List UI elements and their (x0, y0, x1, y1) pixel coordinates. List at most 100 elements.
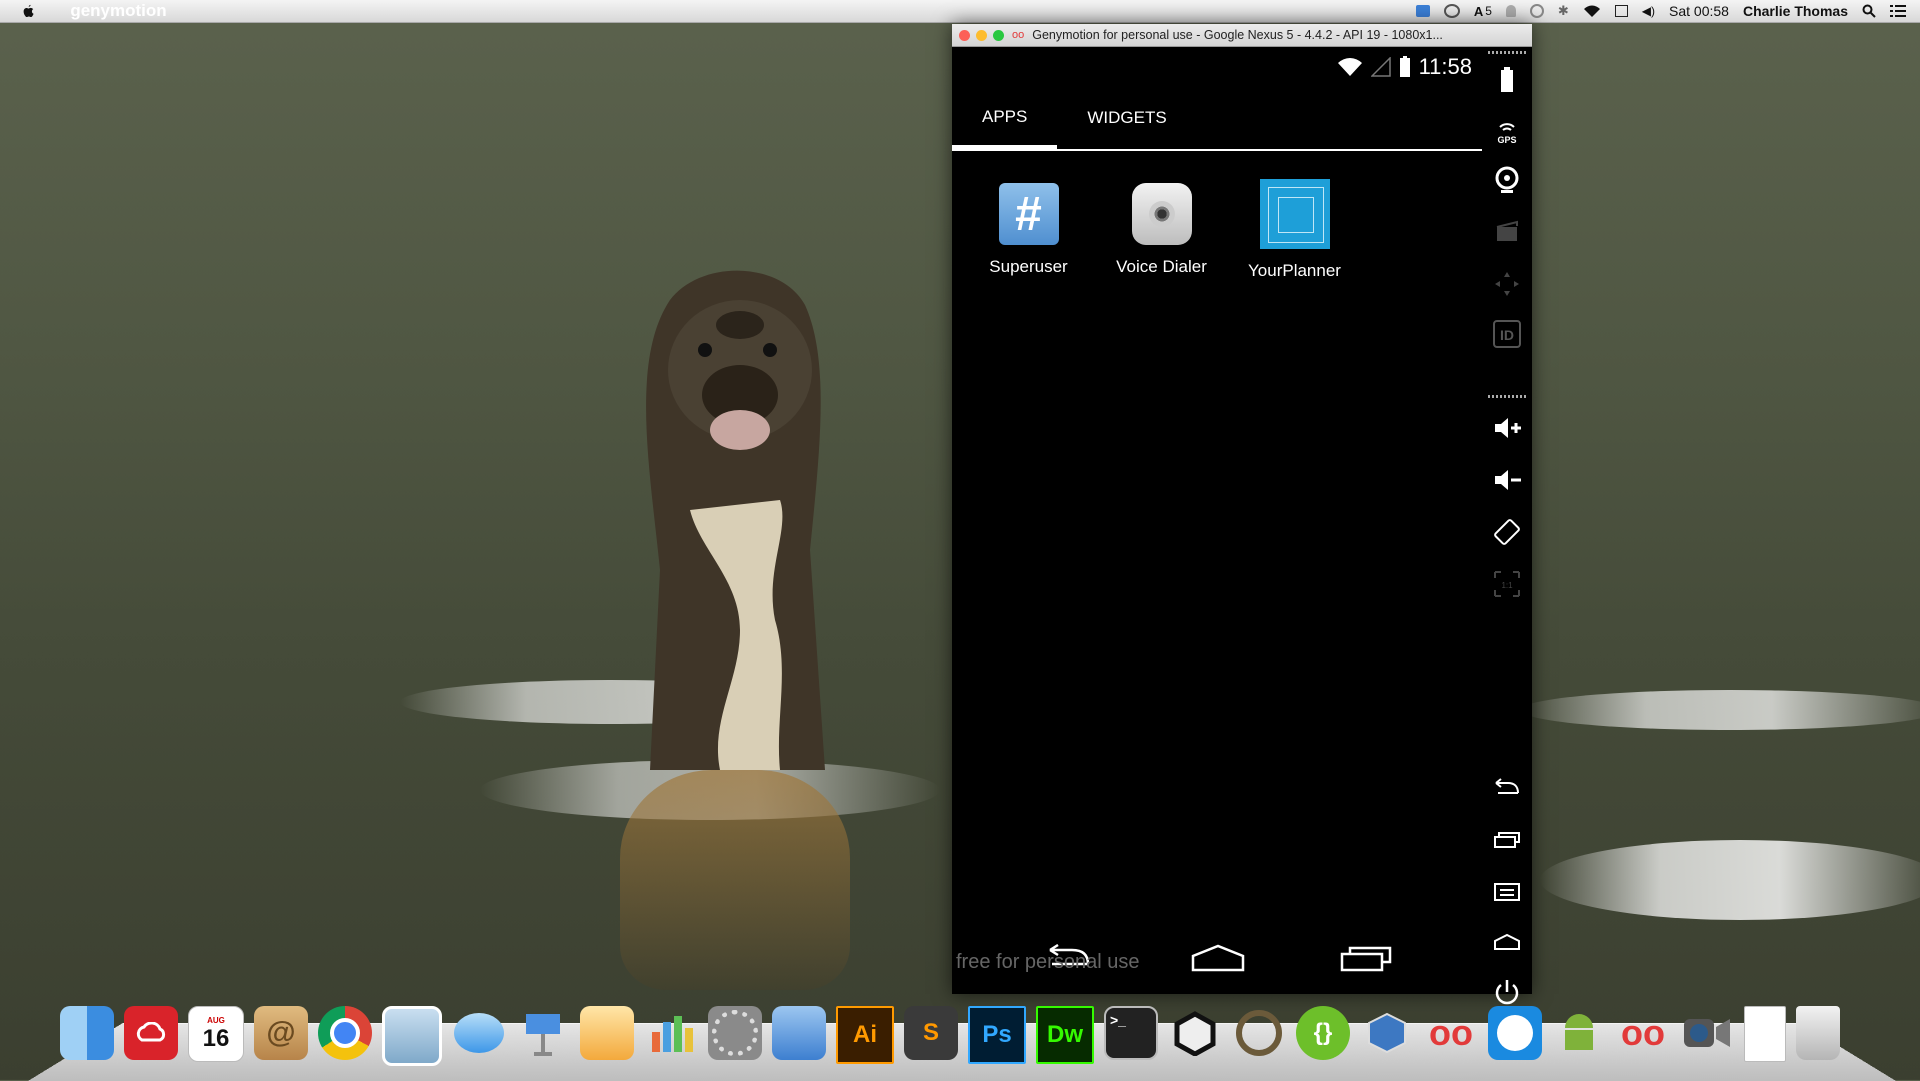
tab-widgets[interactable]: WIDGETS (1057, 87, 1196, 149)
clock[interactable]: Sat 00:58 (1669, 3, 1729, 19)
dock: AUG 16 @ Ai S Ps Dw >_ {} oo oo (60, 1006, 1840, 1066)
menu-icon[interactable] (1492, 877, 1522, 907)
android-clock: 11:58 (1418, 54, 1472, 79)
window-title: Genymotion for personal use - Google Nex… (1032, 28, 1443, 42)
rotate-icon[interactable] (1492, 517, 1522, 547)
unity-icon[interactable] (1168, 1006, 1222, 1060)
android-status-bar: 11:58 (952, 47, 1482, 87)
android-battery-icon (1399, 56, 1410, 77)
genymotion-shell-icon[interactable]: oo (1616, 1006, 1670, 1060)
app-drawer-tabs: APPS WIDGETS (952, 87, 1482, 151)
system-preferences-icon[interactable] (708, 1006, 762, 1060)
volume-icon[interactable]: ◀) (1642, 4, 1655, 18)
adobe-updates-count: 5 (1485, 4, 1492, 18)
notification-bell-icon[interactable] (1505, 5, 1516, 17)
otter-wallpaper-image (646, 270, 825, 770)
time-machine-icon[interactable] (1529, 4, 1544, 18)
window-titlebar[interactable]: oo Genymotion for personal use - Google … (952, 24, 1532, 47)
volume-up-icon[interactable] (1492, 413, 1522, 443)
keynote-icon[interactable] (516, 1006, 570, 1060)
app-yourplanner[interactable]: YourPlanner (1228, 179, 1361, 281)
volume-down-icon[interactable] (1492, 465, 1522, 495)
app-voice-dialer[interactable]: Voice Dialer (1095, 183, 1228, 281)
xcode-icon[interactable] (772, 1006, 826, 1060)
input-source-icon[interactable] (1614, 5, 1628, 17)
calendar-day: 16 (202, 1024, 230, 1052)
app-label: Voice Dialer (1116, 257, 1207, 276)
brackets-icon[interactable]: {} (1296, 1006, 1350, 1060)
minimize-window-button[interactable] (976, 29, 987, 41)
android-screen[interactable]: 11:58 APPS WIDGETS # Superuser Voice Dia… (952, 47, 1482, 994)
teamviewer-icon[interactable] (1488, 1006, 1542, 1060)
id-icon[interactable]: ID (1492, 319, 1522, 349)
app-label: Superuser (989, 257, 1068, 276)
nav-home-icon[interactable] (1190, 944, 1246, 972)
android-nav-bar: free for personal use (952, 940, 1482, 980)
adobe-updates-icon[interactable]: A (1474, 4, 1483, 19)
sublime-text-icon[interactable]: S (904, 1006, 958, 1060)
creative-cloud-icon[interactable] (124, 1006, 178, 1060)
sidebar-grip (1488, 395, 1526, 398)
calendar-month: AUG (207, 1015, 225, 1025)
user-name[interactable]: Charlie Thomas (1743, 3, 1848, 19)
illustrator-icon[interactable]: Ai (836, 1006, 894, 1064)
battery-icon[interactable] (1492, 65, 1522, 95)
nav-recent-apps-icon[interactable] (1340, 944, 1392, 972)
camera-icon[interactable] (1492, 217, 1522, 247)
power-icon[interactable] (1492, 977, 1522, 1007)
elder-scrolls-online-icon[interactable] (1232, 1006, 1286, 1060)
svg-text:ID: ID (1500, 327, 1514, 343)
genymotion-window[interactable]: oo Genymotion for personal use - Google … (952, 24, 1532, 1005)
zoom-window-button[interactable] (993, 29, 1004, 41)
terminal-icon[interactable]: >_ (1104, 1006, 1158, 1060)
virtualbox-icon[interactable] (1360, 1006, 1414, 1060)
messages-icon[interactable] (452, 1006, 506, 1060)
contacts-icon[interactable]: @ (254, 1006, 308, 1060)
back-icon[interactable] (1492, 773, 1522, 803)
chrome-icon[interactable] (318, 1006, 372, 1060)
menu-bar: genymotion A 5 ✱ ◀) Sat 00:58 Charlie Th… (0, 0, 1920, 23)
voice-dialer-icon (1131, 183, 1192, 245)
scale-icon[interactable]: 1:1 (1492, 569, 1522, 599)
app-superuser[interactable]: # Superuser (962, 183, 1095, 281)
notification-center-icon[interactable] (1890, 4, 1906, 18)
android-signal-icon (1370, 57, 1391, 77)
genymotion-sidebar: GPS ID 1:1 (1482, 47, 1532, 1005)
watermark-text: free for personal use (956, 951, 1140, 973)
creative-cloud-menubar-icon[interactable] (1443, 4, 1460, 18)
spotlight-search-icon[interactable] (1862, 4, 1876, 18)
android-sdk-icon[interactable] (1552, 1006, 1606, 1060)
pages-icon[interactable] (580, 1006, 634, 1060)
wifi-icon[interactable] (1583, 4, 1601, 18)
genymotion-title-icon: oo (1012, 29, 1025, 41)
android-wifi-icon (1337, 58, 1362, 76)
dreamweaver-icon[interactable]: Dw (1036, 1006, 1094, 1064)
facetime-icon[interactable] (1680, 1006, 1734, 1060)
photoshop-icon[interactable]: Ps (968, 1006, 1026, 1064)
tab-apps[interactable]: APPS (952, 88, 1058, 150)
preview-icon[interactable] (382, 1006, 442, 1066)
yourplanner-icon (1259, 179, 1330, 249)
home-icon[interactable] (1492, 927, 1522, 957)
superuser-icon: # (998, 183, 1059, 245)
finder-icon[interactable] (60, 1006, 114, 1060)
dropbox-icon[interactable] (1415, 5, 1430, 17)
active-app-menu[interactable]: genymotion (52, 1, 185, 21)
genymotion-dock-icon[interactable]: oo (1424, 1006, 1478, 1060)
webcam-icon[interactable] (1492, 165, 1522, 195)
otter-reflection (620, 770, 850, 990)
dpad-icon[interactable] (1492, 269, 1522, 299)
calendar-icon[interactable]: AUG 16 (188, 1006, 244, 1062)
recent-apps-icon[interactable] (1492, 825, 1522, 855)
close-window-button[interactable] (959, 29, 970, 41)
gps-icon[interactable]: GPS (1492, 117, 1522, 147)
trash-icon[interactable] (1796, 1006, 1840, 1060)
numbers-icon[interactable] (644, 1006, 698, 1060)
water-glare (1520, 690, 1920, 730)
bluetooth-icon[interactable]: ✱ (1558, 3, 1569, 19)
apple-menu-icon[interactable] (18, 4, 38, 18)
document-icon[interactable] (1744, 1006, 1786, 1062)
svg-text:1:1: 1:1 (1501, 581, 1513, 590)
water-glare (1540, 840, 1920, 920)
svg-text:GPS: GPS (1497, 135, 1516, 145)
